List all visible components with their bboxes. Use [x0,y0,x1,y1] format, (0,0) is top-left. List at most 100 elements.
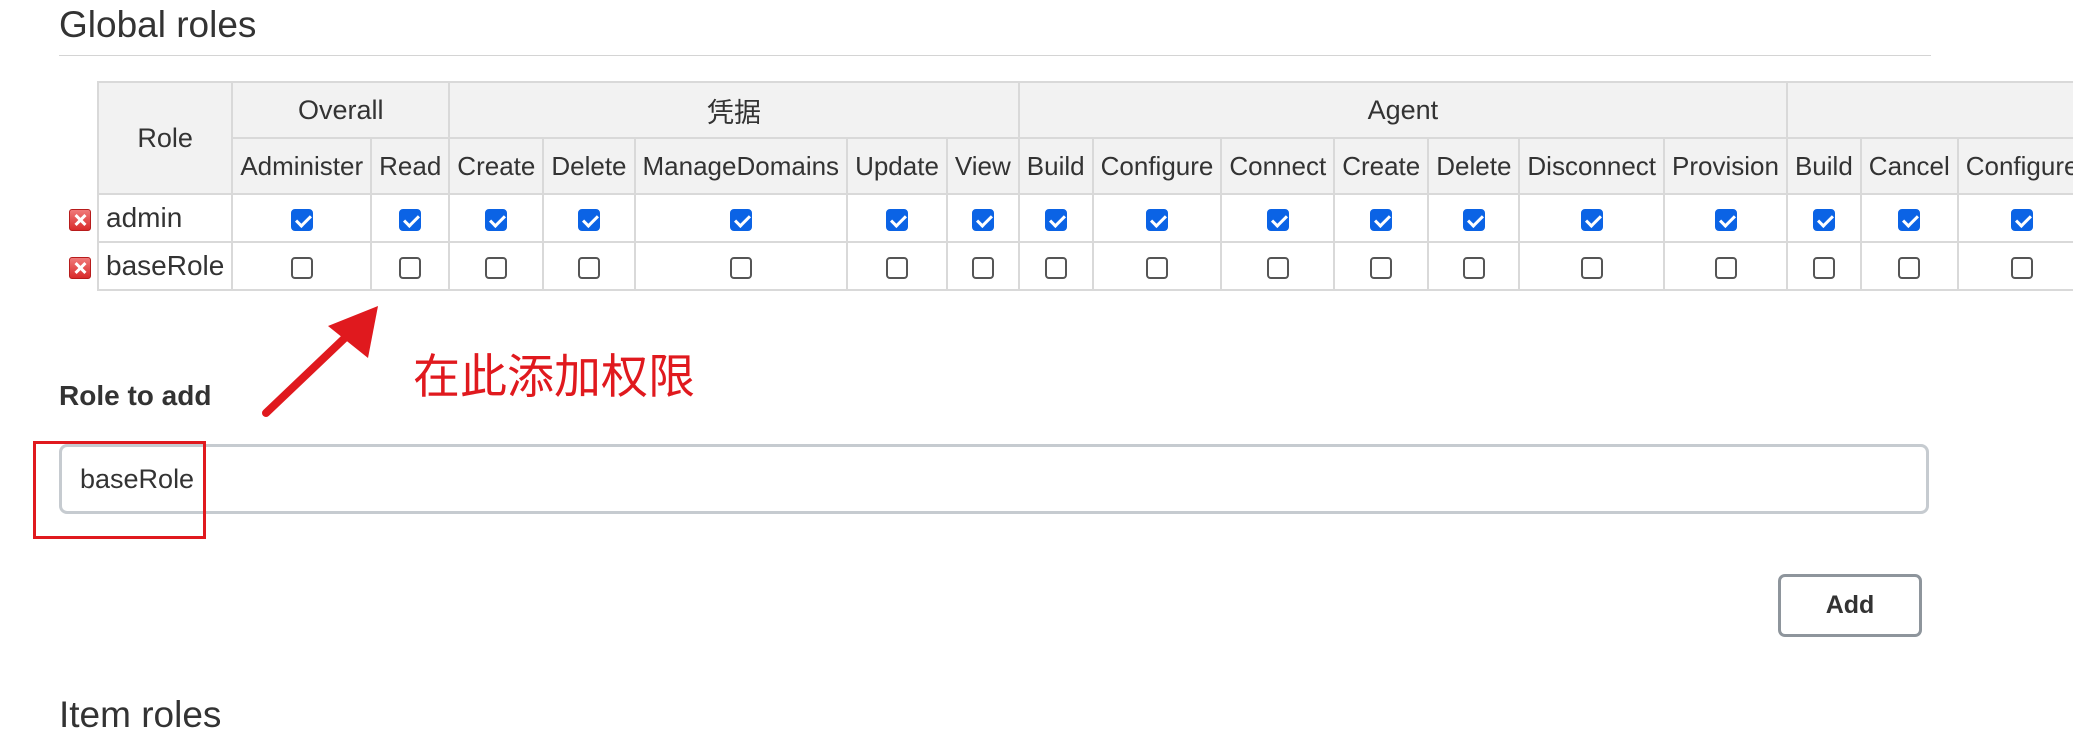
role-row: admin [97,193,2073,243]
delete-role-icon[interactable] [69,257,91,279]
permission-header: Create [1333,137,1430,195]
permission-header: Cancel [1859,137,1959,195]
permission-header: Update [846,137,948,195]
permission-checkbox[interactable] [1462,208,1485,231]
permission-checkbox[interactable] [1145,208,1168,231]
global-roles-table: Role Overall 凭据 Agent Administer Read Crea… [97,81,2073,291]
permission-header: Provision [1663,137,1788,195]
permission-header: Build [1017,137,1094,195]
permission-checkbox[interactable] [485,256,508,279]
role-to-add-input[interactable] [59,444,1929,514]
permission-header: Configure [1956,137,2073,195]
group-header-agent: Agent [1017,81,1788,139]
permission-checkbox[interactable] [1714,256,1737,279]
role-name: baseRole [106,250,225,281]
permission-header: Delete [542,137,636,195]
permission-header-row: Administer Read Create Delete ManageDomains U… [98,137,2073,195]
permission-checkbox[interactable] [1812,256,1835,279]
permission-cell [846,193,948,243]
permission-header: Delete [1427,137,1521,195]
permission-cell [846,241,948,291]
permission-cell [370,193,451,243]
roles-table-container: Role Overall 凭据 Agent Administer Read Crea… [97,81,2073,291]
role-name-cell: admin [97,193,234,243]
permission-cell [542,241,636,291]
permission-cell [1220,241,1336,291]
permission-checkbox[interactable] [1580,256,1603,279]
permission-checkbox[interactable] [399,256,422,279]
permission-checkbox[interactable] [885,256,908,279]
permission-cell [1785,241,1862,291]
annotation-text: 在此添加权限 [413,350,695,405]
roles-table-body: admin baseRole [97,193,2073,291]
permission-cell [231,241,373,291]
permission-cell [1956,193,2073,243]
permission-checkbox[interactable] [729,208,752,231]
permission-cell [1859,241,1959,291]
permission-checkbox[interactable] [971,208,994,231]
permission-checkbox[interactable] [1898,208,1921,231]
permission-checkbox[interactable] [2011,208,2034,231]
permission-cell [945,193,1020,243]
permission-cell [1017,241,1094,291]
permission-header: Configure [1091,137,1223,195]
permission-cell [1333,193,1430,243]
permission-checkbox[interactable] [485,208,508,231]
permission-header: Create [448,137,545,195]
delete-role-icon[interactable] [69,209,91,231]
permission-header: ManageDomains [633,137,849,195]
permission-cell [1663,241,1788,291]
permission-cell [231,193,373,243]
permission-cell [1518,193,1666,243]
role-to-add-label: Role to add [59,380,212,411]
group-header-job [1785,81,2073,139]
group-header-overall: Overall [231,81,451,139]
permission-checkbox[interactable] [1580,208,1603,231]
permission-header: View [945,137,1020,195]
permission-cell [1017,193,1094,243]
permission-checkbox[interactable] [1898,256,1921,279]
permission-checkbox[interactable] [1714,208,1737,231]
permission-cell [1785,193,1862,243]
permission-checkbox[interactable] [1812,208,1835,231]
section-title: Global roles [59,4,257,45]
permission-checkbox[interactable] [1266,208,1289,231]
permission-cell [542,193,636,243]
permission-cell [370,241,451,291]
permission-cell [448,193,545,243]
permission-checkbox[interactable] [399,208,422,231]
permission-checkbox[interactable] [290,256,313,279]
group-header-credentials: 凭据 [448,81,1020,139]
permission-header: Connect [1220,137,1336,195]
permission-header: Build [1785,137,1862,195]
permission-checkbox[interactable] [1145,256,1168,279]
permission-checkbox[interactable] [1266,256,1289,279]
permission-cell [1220,193,1336,243]
permission-checkbox[interactable] [577,208,600,231]
next-section-title: Item roles [59,694,222,735]
permission-checkbox[interactable] [1044,256,1067,279]
title-divider [59,55,1931,56]
role-column-header: Role [97,81,234,195]
permission-checkbox[interactable] [1462,256,1485,279]
permission-checkbox[interactable] [729,256,752,279]
permission-cell [1427,241,1521,291]
permission-cell [1859,193,1959,243]
permission-cell [1427,193,1521,243]
permission-checkbox[interactable] [1044,208,1067,231]
permission-cell [945,241,1020,291]
permission-checkbox[interactable] [2011,256,2034,279]
add-button[interactable]: Add [1778,574,1922,637]
permission-checkbox[interactable] [1370,208,1393,231]
permission-cell [1956,241,2073,291]
permission-header: Administer [231,137,373,195]
permission-cell [633,193,849,243]
permission-checkbox[interactable] [885,208,908,231]
permission-checkbox[interactable] [1370,256,1393,279]
role-row: baseRole [97,241,2073,291]
permission-cell [633,241,849,291]
permission-checkbox[interactable] [971,256,994,279]
permission-checkbox[interactable] [577,256,600,279]
permission-checkbox[interactable] [290,208,313,231]
permission-cell [1663,193,1788,243]
